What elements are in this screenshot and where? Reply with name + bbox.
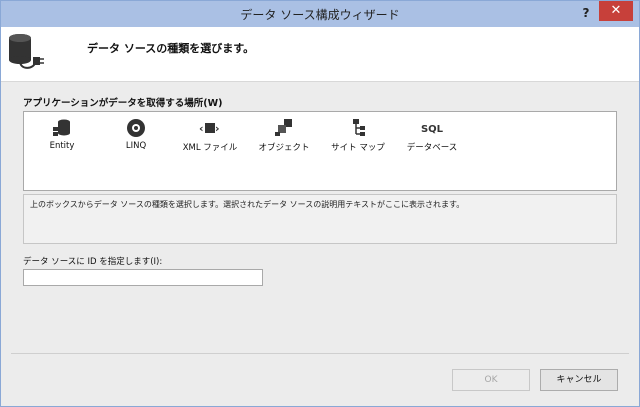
source-item-object[interactable]: オブジェクト (252, 116, 316, 162)
source-description: 上のボックスからデータ ソースの種類を選択します。選択されたデータ ソースの説明… (23, 194, 617, 244)
source-item-label: XML ファイル (182, 143, 238, 153)
window-title: データ ソース構成ウィザード (240, 8, 400, 22)
database-icon-text: SQL (421, 124, 443, 135)
source-item-site-map[interactable]: サイト マップ (326, 116, 390, 162)
data-source-id-label: データ ソースに ID を指定します(I): (23, 257, 163, 267)
source-item-xml-file[interactable]: ‹ › XML ファイル (178, 116, 242, 162)
svg-text:‹: ‹ (199, 122, 204, 135)
source-item-linq[interactable]: LINQ (104, 116, 168, 162)
site-map-icon (353, 119, 365, 136)
title-bar: データ ソース構成ウィザード ? ✕ (1, 1, 639, 27)
source-item-database[interactable]: SQL データベース (400, 116, 464, 162)
linq-icon (127, 119, 145, 137)
data-source-type-list[interactable]: Entity LINQ ‹ › XML ファイル オブジェクト サイト マップ … (23, 111, 617, 191)
svg-text:›: › (215, 122, 220, 135)
source-item-label: データベース (406, 143, 458, 153)
footer-divider (11, 353, 629, 354)
xml-file-icon: ‹ › (199, 122, 220, 135)
source-item-label: サイト マップ (331, 143, 385, 153)
object-icon (275, 119, 292, 136)
source-item-label: LINQ (125, 141, 147, 151)
data-source-id-input[interactable] (23, 269, 263, 286)
help-button[interactable]: ? (577, 4, 595, 22)
wizard-header: データ ソースの種類を選びます。 (1, 27, 639, 82)
database-plug-icon (9, 34, 44, 69)
source-item-label: オブジェクト (258, 143, 310, 153)
ok-button[interactable]: OK (452, 369, 530, 391)
database-icon: SQL (421, 124, 443, 135)
header-instruction: データ ソースの種類を選びます。 (87, 42, 255, 55)
close-button[interactable]: ✕ (599, 1, 633, 21)
source-location-label: アプリケーションがデータを取得する場所(W) (23, 98, 223, 109)
entity-icon (53, 119, 70, 136)
source-item-entity[interactable]: Entity (30, 116, 94, 162)
cancel-button[interactable]: キャンセル (540, 369, 618, 391)
source-item-label: Entity (49, 141, 75, 151)
wizard-window: データ ソース構成ウィザード ? ✕ データ ソースの種類を選びます。 アプリケ… (0, 0, 640, 407)
